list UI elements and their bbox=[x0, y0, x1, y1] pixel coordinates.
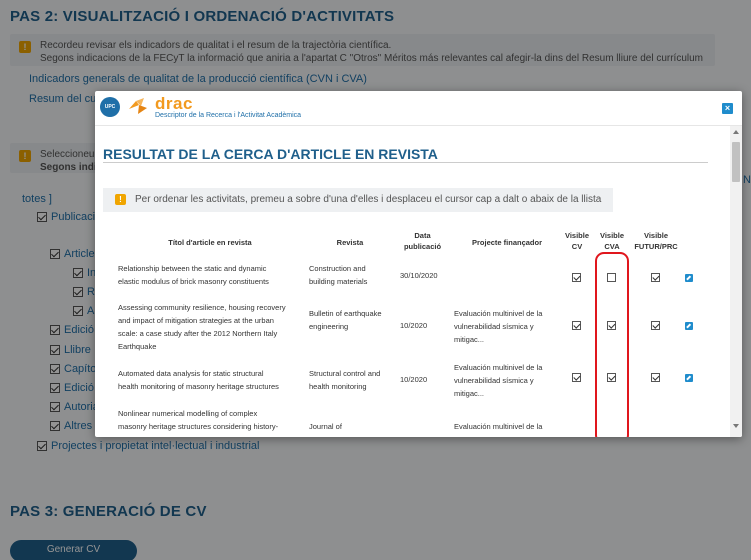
project-line: mitigac... bbox=[454, 335, 485, 344]
drac-logo-icon bbox=[129, 98, 147, 114]
funding-project: Evaluación multinivel de la bbox=[454, 422, 543, 431]
title-line: Automated data analysis for static struc… bbox=[118, 369, 264, 378]
title-line: health monitoring of masonry heritage st… bbox=[118, 382, 279, 391]
col-header-line: Visible bbox=[643, 231, 669, 240]
col-header-line: publicació bbox=[403, 242, 442, 251]
title-line: scale: a case study after the 2012 North… bbox=[118, 329, 278, 338]
col-header-line: Visible bbox=[564, 231, 590, 240]
col-header-project: Projecte finançador bbox=[471, 238, 543, 247]
journal-line: Construction and bbox=[309, 264, 366, 273]
col-header-date: Data publicació bbox=[395, 230, 450, 252]
close-button[interactable]: × bbox=[722, 103, 733, 114]
funding-project: Evaluación multinivel de la vulnerabilid… bbox=[454, 361, 542, 400]
col-header-title: Títol d'article en revista bbox=[168, 238, 252, 247]
col-header-line: Data bbox=[414, 231, 431, 240]
visible-futur-checkbox[interactable] bbox=[651, 273, 660, 282]
funding-project: Evaluación multinivel de la vulnerabilid… bbox=[454, 307, 542, 346]
visible-cv-checkbox[interactable] bbox=[572, 373, 581, 382]
visible-cva-highlight bbox=[595, 252, 629, 437]
drac-brand: drac bbox=[155, 94, 193, 113]
divider bbox=[103, 162, 708, 163]
project-line: mitigac... bbox=[454, 389, 485, 398]
journal-line: building materials bbox=[309, 277, 368, 286]
article-title: Automated data analysis for static struc… bbox=[118, 367, 279, 393]
project-line: vulnerabilidad sísmica y bbox=[454, 322, 534, 331]
search-result-modal: UPC drac Descriptor de la Recerca i l'Ac… bbox=[95, 91, 742, 437]
article-title: Nonlinear numerical modelling of complex… bbox=[118, 407, 278, 433]
journal-name: Bulletin of earthquake engineering bbox=[309, 307, 382, 333]
project-line: vulnerabilidad sísmica y bbox=[454, 376, 534, 385]
scroll-down-arrow-icon[interactable] bbox=[733, 424, 739, 428]
col-header-journal: Revista bbox=[336, 238, 364, 247]
edit-icon[interactable] bbox=[685, 374, 693, 382]
edit-icon[interactable] bbox=[685, 274, 693, 282]
title-line: masonry heritage structures considering … bbox=[118, 422, 279, 431]
scroll-up-arrow-icon[interactable] bbox=[733, 130, 739, 134]
visible-futur-checkbox[interactable] bbox=[651, 373, 660, 382]
col-header-visible-futur: Visible FUTUR/PRC bbox=[629, 230, 683, 252]
ordering-info: ! Per ordenar les activitats, premeu a s… bbox=[103, 188, 613, 212]
journal-name: Construction and building materials bbox=[309, 262, 367, 288]
journal-line: health monitoring bbox=[309, 382, 367, 391]
col-header-line: Visible bbox=[599, 231, 625, 240]
journal-line: Bulletin of earthquake bbox=[309, 309, 382, 318]
publication-date: 10/2020 bbox=[400, 375, 428, 384]
title-line: Nonlinear numerical modelling of complex bbox=[118, 409, 258, 418]
visible-cv-checkbox[interactable] bbox=[572, 273, 581, 282]
visible-cv-checkbox[interactable] bbox=[572, 321, 581, 330]
ordering-info-text: Per ordenar les activitats, premeu a sob… bbox=[135, 194, 602, 205]
title-line: and impact of mitigation strategies at t… bbox=[118, 316, 274, 325]
title-line: elastic modulus of brick masonry constit… bbox=[118, 277, 269, 286]
publication-date: 30/10/2020 bbox=[400, 271, 438, 280]
warning-icon: ! bbox=[115, 194, 126, 205]
scroll-thumb[interactable] bbox=[732, 142, 740, 182]
article-title: Assessing community resilience, housing … bbox=[118, 301, 286, 353]
journal-name: Structural control and health monitoring bbox=[309, 367, 380, 393]
visible-futur-checkbox[interactable] bbox=[651, 321, 660, 330]
title-line: Relationship between the static and dyna… bbox=[118, 264, 267, 273]
publication-date: 10/2020 bbox=[400, 321, 428, 330]
modal-body[interactable]: RESULTAT DE LA CERCA D'ARTICLE EN REVIST… bbox=[95, 126, 730, 437]
col-header-line: FUTUR/PRC bbox=[634, 242, 678, 251]
edit-icon[interactable] bbox=[685, 322, 693, 330]
modal-header: UPC drac Descriptor de la Recerca i l'Ac… bbox=[95, 91, 742, 125]
modal-scrollbar[interactable] bbox=[730, 126, 742, 437]
col-header-line: CV bbox=[571, 242, 583, 251]
title-line: Assessing community resilience, housing … bbox=[118, 303, 286, 312]
journal-line: Structural control and bbox=[309, 369, 381, 378]
drac-subtitle: Descriptor de la Recerca i l'Activitat A… bbox=[155, 112, 302, 119]
col-header-line: CVA bbox=[604, 242, 620, 251]
journal-name: Journal of bbox=[309, 422, 342, 431]
results-title: RESULTAT DE LA CERCA D'ARTICLE EN REVIST… bbox=[103, 146, 438, 162]
journal-line: engineering bbox=[309, 322, 349, 331]
project-line: Evaluación multinivel de la bbox=[454, 309, 543, 318]
upc-logo: UPC bbox=[100, 97, 120, 117]
title-line: Earthquake bbox=[118, 342, 157, 351]
col-header-visible-cva: Visible CVA bbox=[593, 230, 631, 252]
project-line: Evaluación multinivel de la bbox=[454, 363, 543, 372]
article-title: Relationship between the static and dyna… bbox=[118, 262, 269, 288]
col-header-visible-cv: Visible CV bbox=[558, 230, 596, 252]
